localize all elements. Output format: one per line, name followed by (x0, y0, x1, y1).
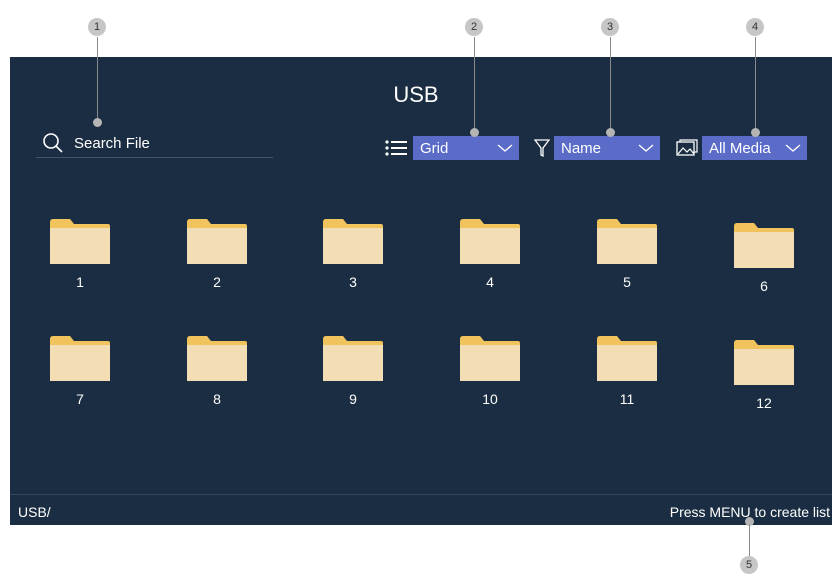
filter-icon (534, 139, 550, 158)
folder-label: 11 (619, 391, 635, 407)
folder-icon (597, 219, 657, 264)
current-path: USB/ (18, 504, 51, 520)
folder-label: 1 (76, 274, 84, 290)
callout-badge: 4 (746, 18, 764, 36)
folder-icon (187, 336, 247, 381)
folder-label: 4 (486, 274, 494, 290)
search-icon (43, 133, 63, 153)
media-type-dropdown[interactable]: All Media (702, 136, 807, 160)
folder-label: 8 (213, 391, 221, 407)
folder-icon (734, 223, 794, 268)
folder-label: 10 (482, 391, 498, 407)
view-mode-dropdown[interactable]: Grid (413, 136, 519, 160)
folder-icon (734, 340, 794, 385)
sort-value: Name (561, 140, 602, 157)
list-icon (385, 140, 407, 156)
folder-label: 6 (760, 278, 768, 294)
folder-label: 9 (349, 391, 357, 407)
folder-icon (187, 219, 247, 264)
view-mode-value: Grid (420, 140, 449, 157)
chevron-down-icon (497, 144, 513, 152)
usb-browser-screen (10, 57, 832, 525)
folder-label: 3 (349, 274, 357, 290)
sort-dropdown[interactable]: Name (554, 136, 660, 160)
folder-icon (460, 336, 520, 381)
folder-label: 2 (213, 274, 221, 290)
search-label: Search File (74, 135, 150, 152)
status-divider (10, 494, 832, 495)
callout-badge: 1 (88, 18, 106, 36)
folder-icon (460, 219, 520, 264)
folder-label: 5 (623, 274, 631, 290)
folder-icon (50, 336, 110, 381)
chevron-down-icon (638, 144, 654, 152)
search-input[interactable]: Search File (36, 130, 273, 158)
page-title: USB (393, 82, 439, 107)
callout-badge: 5 (740, 556, 758, 574)
chevron-down-icon (785, 144, 801, 152)
folder-icon (597, 336, 657, 381)
folder-icon (50, 219, 110, 264)
folder-icon (323, 336, 383, 381)
media-type-value: All Media (709, 140, 771, 157)
folder-icon (323, 219, 383, 264)
folder-label: 7 (76, 391, 84, 407)
callout-badge: 3 (601, 18, 619, 36)
image-icon (676, 139, 698, 156)
callout-badge: 2 (465, 18, 483, 36)
folder-label: 12 (756, 395, 772, 411)
